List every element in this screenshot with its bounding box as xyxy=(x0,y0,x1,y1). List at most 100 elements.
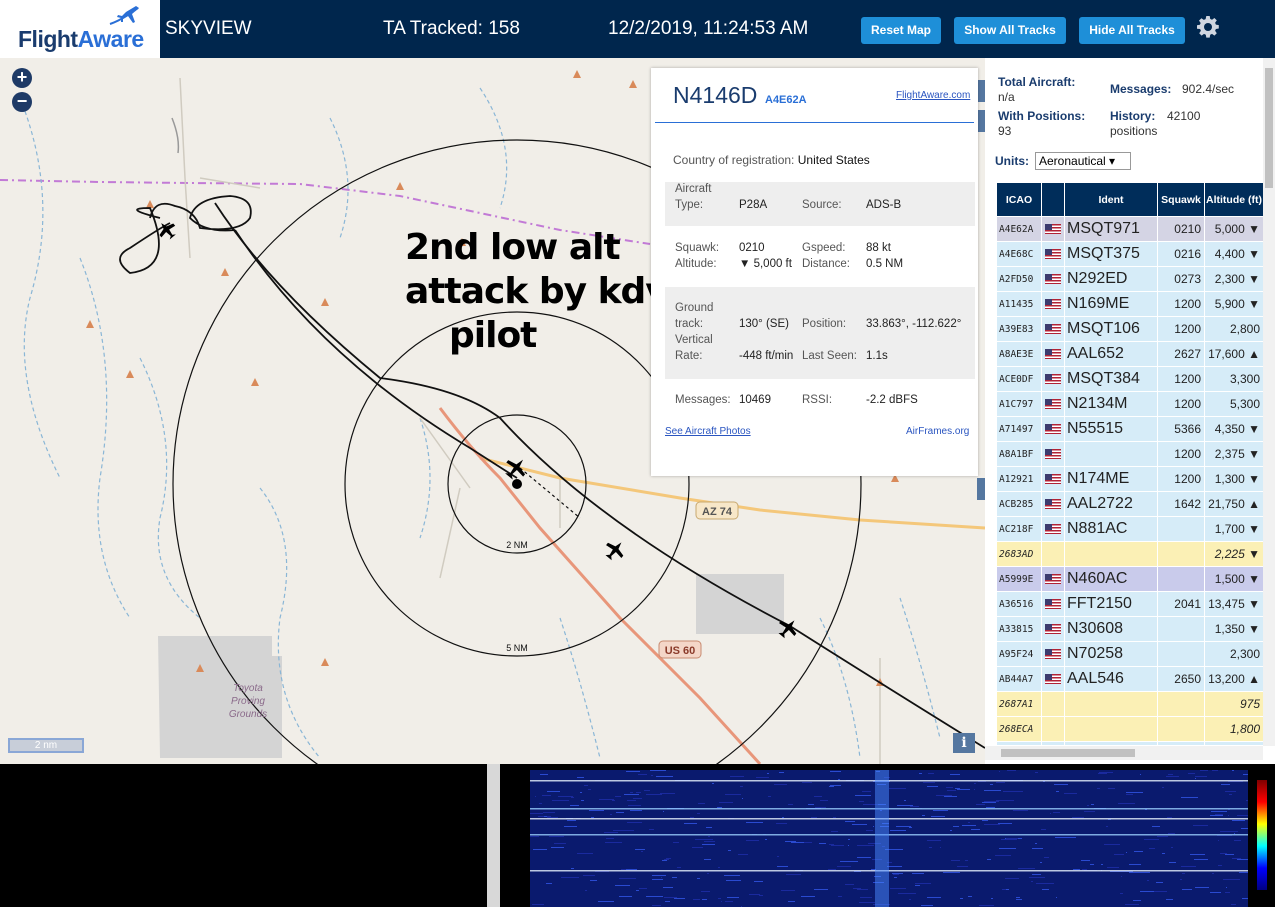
lastseen-value: 1.1s xyxy=(866,350,888,362)
az74-shield: AZ 74 xyxy=(702,506,733,518)
cell-icao: A36516 xyxy=(997,592,1041,616)
aircraft-type-value: P28A xyxy=(739,199,768,211)
cell-flag xyxy=(1042,567,1064,591)
cell-squawk: 0210 xyxy=(1158,217,1204,241)
zoom-in-button[interactable]: + xyxy=(12,68,32,88)
top-header: FlightAware SKYVIEW TA Tracked: 158 12/2… xyxy=(0,0,1275,58)
cell-flag xyxy=(1042,242,1064,266)
us-flag-icon xyxy=(1045,499,1061,510)
rssi-value: -2.2 dBFS xyxy=(866,394,918,406)
table-row[interactable]: A71497 N55515 5366 4,350 ▼ xyxy=(997,417,1263,441)
annotation-line: attack by kdvt xyxy=(405,271,685,312)
cell-flag xyxy=(1042,292,1064,316)
annotation-line: 2nd low alt xyxy=(405,227,621,268)
gspeed-value: 88 kt xyxy=(866,242,891,254)
table-row[interactable]: ACB285 AAL2722 1642 21,750 ▲ xyxy=(997,492,1263,516)
table-row[interactable]: A8AE3E AAL652 2627 17,600 ▲ xyxy=(997,342,1263,366)
col-ident[interactable]: Ident xyxy=(1065,183,1157,216)
table-row[interactable]: A33815 N30608 1,350 ▼ xyxy=(997,617,1263,641)
show-all-tracks-button[interactable]: Show All Tracks xyxy=(954,17,1066,44)
us-flag-icon xyxy=(1045,299,1061,310)
cell-ident: AAL652 xyxy=(1065,342,1157,366)
table-row[interactable]: A2FD50 N292ED 0273 2,300 ▼ xyxy=(997,267,1263,291)
distance-label: Distance: xyxy=(802,258,850,270)
cell-ident: N30608 xyxy=(1065,617,1157,641)
cell-icao: A12921 xyxy=(997,467,1041,491)
scroll-thumb[interactable] xyxy=(1265,68,1273,188)
zoom-out-button[interactable]: − xyxy=(12,92,32,112)
aircraft-icon[interactable] xyxy=(601,536,629,564)
cell-icao: A4E68C xyxy=(997,242,1041,266)
cell-squawk: 1200 xyxy=(1158,442,1204,466)
cell-altitude: 975 xyxy=(1205,692,1263,716)
poi-label-line2: Proving xyxy=(231,696,265,707)
cell-icao: ACE0DF xyxy=(997,367,1041,391)
table-row[interactable]: 268ECA 1,800 xyxy=(997,717,1263,741)
aircraft-icon-selected[interactable] xyxy=(501,453,532,484)
cell-flag xyxy=(1042,317,1064,341)
info-button[interactable]: i xyxy=(953,733,975,753)
vertical-scrollbar[interactable] xyxy=(1263,58,1275,746)
table-row[interactable]: A11435 N169ME 1200 5,900 ▼ xyxy=(997,292,1263,316)
cell-flag xyxy=(1042,217,1064,241)
col-squawk[interactable]: Squawk xyxy=(1158,183,1204,216)
cell-altitude: 2,300 ▼ xyxy=(1205,267,1263,291)
poi-label-line1: Toyota xyxy=(233,683,263,694)
cell-altitude: 1,500 ▼ xyxy=(1205,567,1263,591)
us-flag-icon xyxy=(1045,674,1061,685)
color-scale-bar xyxy=(1257,780,1267,890)
map-side-control[interactable] xyxy=(977,80,985,102)
cell-altitude: 2,800 xyxy=(1205,317,1263,341)
map-side-control[interactable] xyxy=(977,478,985,500)
table-row[interactable]: A1C797 N2134M 1200 5,300 xyxy=(997,392,1263,416)
ta-tracked-count: TA Tracked: 158 xyxy=(383,18,520,39)
reset-map-button[interactable]: Reset Map xyxy=(861,17,941,44)
cell-icao: AC218F xyxy=(997,517,1041,541)
table-row[interactable]: A44B84 EJA37667365,775 xyxy=(997,742,1263,745)
country-value: United States xyxy=(797,153,870,167)
us-flag-icon xyxy=(1045,274,1061,285)
table-row[interactable]: A12921 N174ME 1200 1,300 ▼ xyxy=(997,467,1263,491)
us60-shield: US 60 xyxy=(665,645,696,657)
col-altitude[interactable]: Altitude (ft) xyxy=(1205,183,1263,216)
table-row[interactable]: 2683AD 2,225 ▼ xyxy=(997,542,1263,566)
track-label: track: xyxy=(675,318,704,330)
aircraft-list-panel: Total Aircraft: n/a Messages: 902.4/sec … xyxy=(985,58,1275,764)
table-row[interactable]: ACE0DF MSQT384 1200 3,300 xyxy=(997,367,1263,391)
app-title: SKYVIEW xyxy=(165,18,252,39)
cell-flag xyxy=(1042,667,1064,691)
flightaware-link[interactable]: FlightAware.com xyxy=(896,90,970,101)
col-icao[interactable]: ICAO xyxy=(997,183,1041,216)
us-flag-icon xyxy=(1045,399,1061,410)
table-row[interactable]: A4E62A MSQT971 0210 5,000 ▼ xyxy=(997,217,1263,241)
airframes-link[interactable]: AirFrames.org xyxy=(906,426,969,437)
ring-2nm-label: 2 NM xyxy=(506,540,528,550)
country-row: Country of registration: United States xyxy=(673,153,870,167)
pane-divider[interactable] xyxy=(487,764,500,907)
cell-icao: A95F24 xyxy=(997,642,1041,666)
hide-all-tracks-button[interactable]: Hide All Tracks xyxy=(1079,17,1185,44)
map-side-control[interactable] xyxy=(977,110,985,132)
with-positions-label: With Positions: xyxy=(998,109,1086,123)
table-row[interactable]: A36516 FFT2150 2041 13,475 ▼ xyxy=(997,592,1263,616)
scroll-thumb[interactable] xyxy=(1001,749,1135,757)
gear-icon[interactable] xyxy=(1196,15,1220,39)
col-flag[interactable] xyxy=(1042,183,1064,216)
poi-label-line3: Grounds xyxy=(229,709,267,720)
table-row[interactable]: AC218F N881AC 1,700 ▼ xyxy=(997,517,1263,541)
table-row[interactable]: A5999E N460AC 1,500 ▼ xyxy=(997,567,1263,591)
cell-icao: A1C797 xyxy=(997,392,1041,416)
table-row[interactable]: A8A1BF 1200 2,375 ▼ xyxy=(997,442,1263,466)
cell-icao: A8A1BF xyxy=(997,442,1041,466)
table-row[interactable]: 2687A1 975 xyxy=(997,692,1263,716)
table-row[interactable]: AB44A7 AAL546 2650 13,200 ▲ xyxy=(997,667,1263,691)
country-label: Country of registration: xyxy=(673,153,795,167)
table-row[interactable]: A95F24 N70258 2,300 xyxy=(997,642,1263,666)
cell-ident: N55515 xyxy=(1065,417,1157,441)
aircraft-photos-link[interactable]: See Aircraft Photos xyxy=(665,426,751,437)
units-select[interactable]: Aeronautical ▾ xyxy=(1035,152,1131,170)
table-row[interactable]: A39E83 MSQT106 1200 2,800 xyxy=(997,317,1263,341)
horizontal-scrollbar[interactable] xyxy=(985,746,1263,760)
flightaware-logo[interactable]: FlightAware xyxy=(0,0,160,58)
table-row[interactable]: A4E68C MSQT375 0216 4,400 ▼ xyxy=(997,242,1263,266)
